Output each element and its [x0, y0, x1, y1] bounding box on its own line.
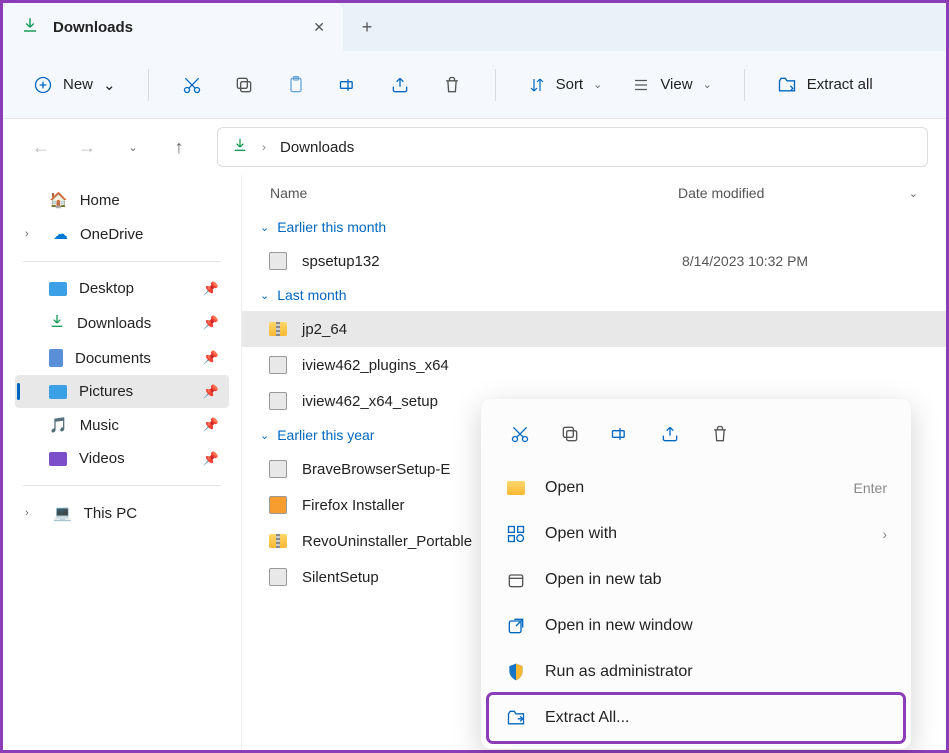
column-name[interactable]: Name — [270, 185, 678, 201]
installer-icon — [266, 353, 290, 377]
new-window-icon — [505, 615, 527, 637]
sidebar: 🏠 Home › ☁ OneDrive Desktop📌 Downloads📌 … — [3, 175, 241, 750]
toolbar: New ⌄ Sort ⌄ View ⌄ Extract all — [3, 51, 946, 119]
sidebar-item-videos[interactable]: Videos📌 — [15, 442, 229, 475]
tab-bar: Downloads ✕ + — [3, 3, 946, 51]
installer-icon — [266, 457, 290, 481]
menu-run-admin[interactable]: Run as administrator — [489, 649, 903, 695]
recent-button[interactable]: ⌄ — [113, 127, 153, 167]
chevron-down-icon: ⌄ — [103, 76, 116, 94]
videos-icon — [49, 452, 67, 466]
view-button[interactable]: View ⌄ — [622, 64, 721, 106]
menu-open-new-window[interactable]: Open in new window — [489, 603, 903, 649]
zip-icon — [266, 529, 290, 553]
nav-bar: ← → ⌄ ↑ › Downloads — [3, 119, 946, 175]
column-date[interactable]: Date modified⌄ — [678, 185, 918, 201]
menu-open-with[interactable]: Open with › — [489, 511, 903, 557]
cloud-icon: ☁ — [53, 225, 68, 243]
document-icon — [49, 349, 63, 367]
download-icon — [232, 137, 248, 158]
open-with-icon — [505, 523, 527, 545]
new-tab-button[interactable]: + — [343, 17, 391, 38]
rename-button[interactable] — [599, 413, 641, 455]
share-button[interactable] — [649, 413, 691, 455]
chevron-right-icon: › — [882, 526, 887, 542]
share-button[interactable] — [379, 64, 421, 106]
pictures-icon — [49, 385, 67, 399]
sidebar-item-thispc[interactable]: › 💻 This PC — [15, 496, 229, 530]
pin-icon: 📌 — [203, 315, 219, 331]
sidebar-item-home[interactable]: 🏠 Home — [15, 183, 229, 217]
desktop-icon — [49, 282, 67, 296]
chevron-right-icon[interactable]: › — [25, 228, 41, 240]
chevron-down-icon: ⌄ — [593, 78, 602, 91]
extract-icon — [505, 707, 527, 729]
context-quick-actions — [489, 407, 903, 465]
pc-icon: 💻 — [53, 504, 72, 522]
forward-button[interactable]: → — [67, 127, 107, 167]
pin-icon: 📌 — [203, 384, 219, 400]
delete-button[interactable] — [431, 64, 473, 106]
up-button[interactable]: ↑ — [159, 127, 199, 167]
new-button[interactable]: New ⌄ — [23, 69, 126, 101]
paste-button[interactable] — [275, 64, 317, 106]
file-row[interactable]: jp2_64 — [242, 311, 946, 347]
menu-open-new-tab[interactable]: Open in new tab — [489, 557, 903, 603]
chevron-down-icon: ⌄ — [909, 187, 918, 200]
zip-icon — [266, 317, 290, 341]
file-row[interactable]: iview462_plugins_x64 — [242, 347, 946, 383]
sidebar-item-pictures[interactable]: Pictures📌 — [15, 375, 229, 408]
copy-button[interactable] — [223, 64, 265, 106]
download-icon — [49, 313, 65, 333]
close-icon[interactable]: ✕ — [313, 19, 325, 36]
installer-icon — [266, 389, 290, 413]
installer-icon — [266, 493, 290, 517]
group-last-month[interactable]: ⌄Last month — [242, 279, 946, 311]
folder-icon — [505, 477, 527, 499]
delete-button[interactable] — [699, 413, 741, 455]
pin-icon: 📌 — [203, 451, 219, 467]
chevron-down-icon: ⌄ — [703, 78, 712, 91]
home-icon: 🏠 — [49, 191, 68, 209]
file-row[interactable]: spsetup1328/14/2023 10:32 PM — [242, 243, 946, 279]
chevron-right-icon[interactable]: › — [25, 507, 41, 519]
copy-button[interactable] — [549, 413, 591, 455]
group-earlier-month[interactable]: ⌄Earlier this month — [242, 211, 946, 243]
sidebar-item-desktop[interactable]: Desktop📌 — [15, 272, 229, 305]
tab-title: Downloads — [53, 19, 299, 36]
download-icon — [21, 16, 39, 39]
installer-icon — [266, 249, 290, 273]
music-icon: 🎵 — [49, 416, 68, 434]
column-headers: Name Date modified⌄ — [242, 175, 946, 211]
shield-icon — [505, 661, 527, 683]
back-button[interactable]: ← — [21, 127, 61, 167]
pin-icon: 📌 — [203, 281, 219, 297]
menu-extract-all[interactable]: Extract All... — [489, 695, 903, 741]
pin-icon: 📌 — [203, 417, 219, 433]
sidebar-item-downloads[interactable]: Downloads📌 — [15, 305, 229, 341]
sidebar-item-music[interactable]: 🎵Music📌 — [15, 408, 229, 442]
rename-button[interactable] — [327, 64, 369, 106]
new-tab-icon — [505, 569, 527, 591]
tab-downloads[interactable]: Downloads ✕ — [3, 3, 343, 51]
sort-button[interactable]: Sort ⌄ — [518, 64, 613, 106]
cut-button[interactable] — [171, 64, 213, 106]
cut-button[interactable] — [499, 413, 541, 455]
pin-icon: 📌 — [203, 350, 219, 366]
breadcrumb-current[interactable]: Downloads — [280, 139, 354, 156]
extract-all-toolbar-button[interactable]: Extract all — [767, 64, 883, 106]
sidebar-item-documents[interactable]: Documents📌 — [15, 341, 229, 375]
menu-open[interactable]: Open Enter — [489, 465, 903, 511]
sidebar-item-onedrive[interactable]: › ☁ OneDrive — [15, 217, 229, 251]
address-bar[interactable]: › Downloads — [217, 127, 928, 167]
installer-icon — [266, 565, 290, 589]
context-menu: Open Enter Open with › Open in new tab O… — [481, 399, 911, 749]
